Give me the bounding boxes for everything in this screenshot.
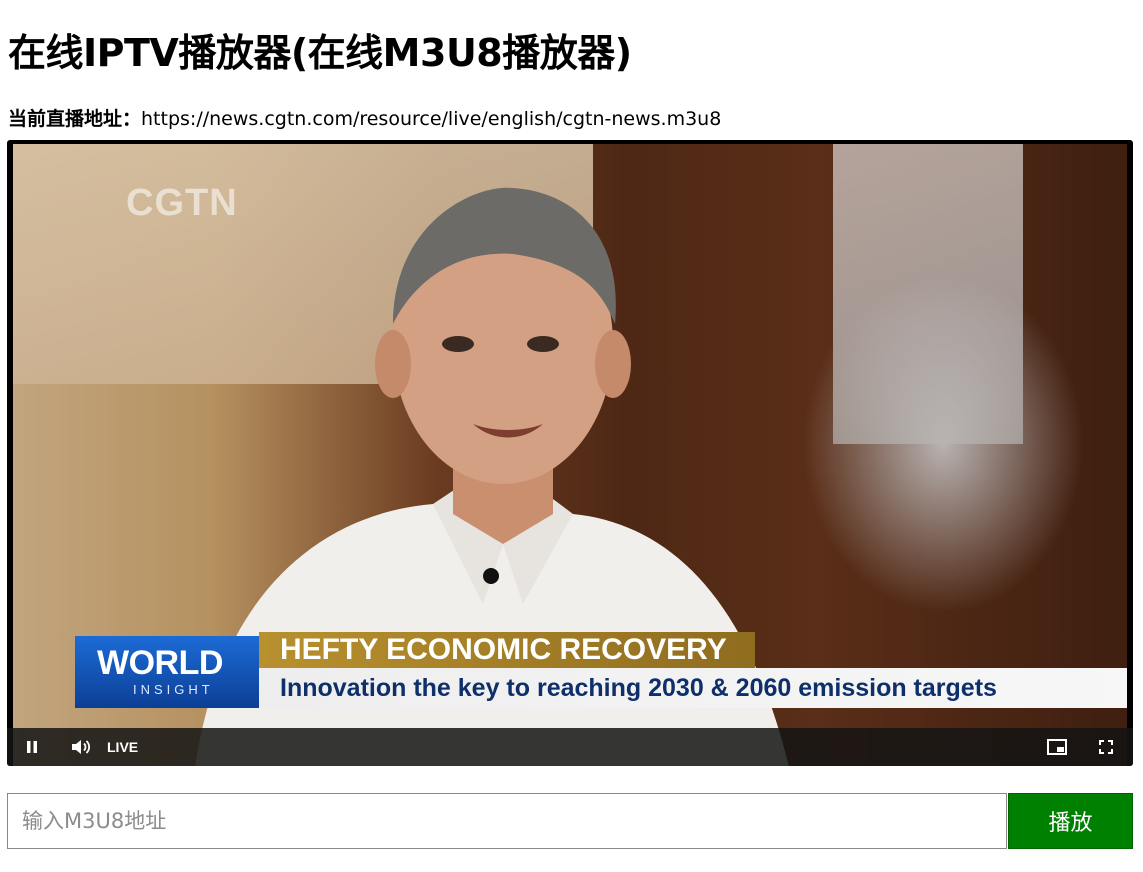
volume-button[interactable] <box>70 728 92 766</box>
subline-text: Innovation the key to reaching 2030 & 20… <box>280 674 997 702</box>
fullscreen-button[interactable] <box>1095 728 1117 766</box>
current-source: 当前直播地址：https://news.cgtn.com/resource/li… <box>8 104 721 131</box>
pause-icon <box>27 741 37 753</box>
control-bar: LIVE <box>7 728 1133 766</box>
current-source-label: 当前直播地址： <box>8 108 142 130</box>
picture-in-picture-icon <box>1047 739 1067 755</box>
fullscreen-icon <box>1099 740 1113 754</box>
pause-button[interactable] <box>21 728 43 766</box>
m3u8-url-input[interactable] <box>7 793 1007 849</box>
lower-third-banner: WORLD INSIGHT HEFTY ECONOMIC RECOVERY In… <box>75 632 1127 712</box>
video-frame[interactable]: CGTN WORLD INSIGHT HEFTY ECONOMIC RECOVE… <box>13 144 1127 766</box>
video-player[interactable]: CGTN WORLD INSIGHT HEFTY ECONOMIC RECOVE… <box>7 140 1133 766</box>
current-source-url: https://news.cgtn.com/resource/live/engl… <box>141 108 722 130</box>
program-logo-main: WORLD <box>97 644 223 682</box>
page-title: 在线IPTV播放器(在线M3U8播放器) <box>8 31 632 75</box>
play-button[interactable]: 播放 <box>1008 793 1133 849</box>
picture-in-picture-button[interactable] <box>1045 728 1069 766</box>
headline-text: HEFTY ECONOMIC RECOVERY <box>280 633 727 666</box>
volume-icon <box>72 740 91 754</box>
page: 在线IPTV播放器(在线M3U8播放器) 当前直播地址：https://news… <box>0 0 1143 872</box>
live-indicator: LIVE <box>107 739 139 755</box>
program-logo-sub: INSIGHT <box>133 682 214 697</box>
background-window <box>833 144 1023 444</box>
program-logo: WORLD INSIGHT <box>75 636 259 708</box>
